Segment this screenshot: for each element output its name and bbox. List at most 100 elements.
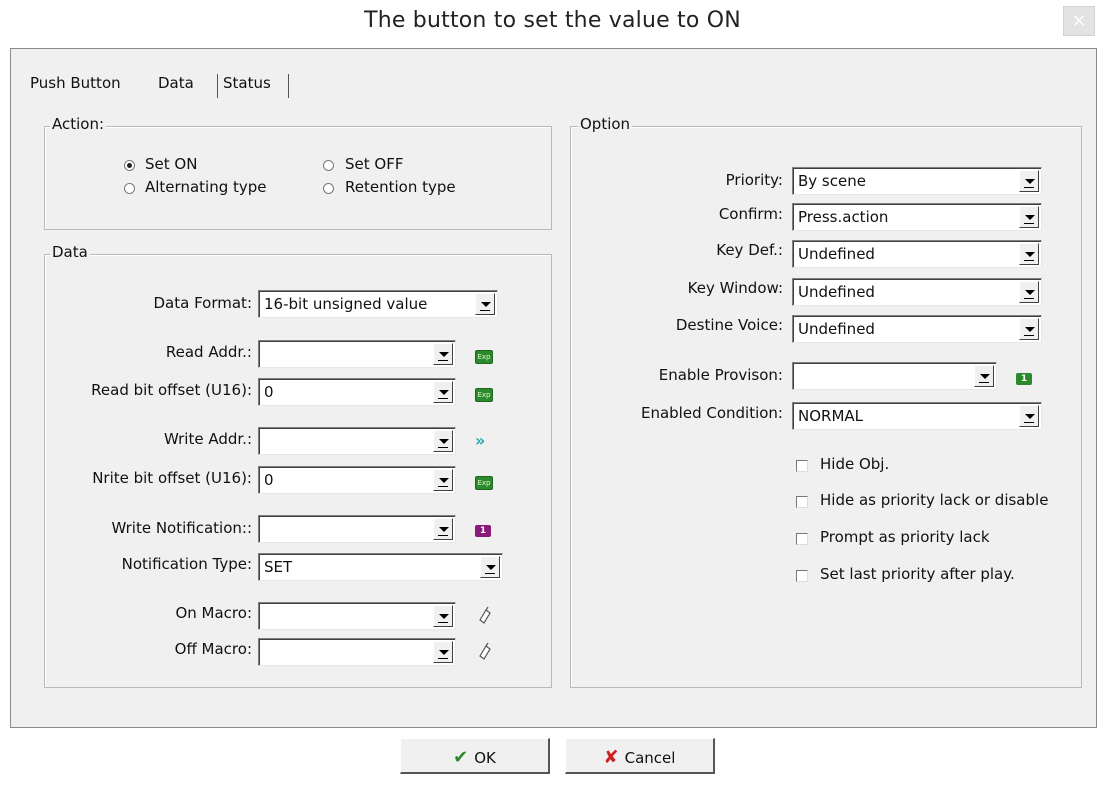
enabled-condition-label: Enabled Condition: [640,404,783,422]
destine-voice-select[interactable]: Undefined [792,315,1042,343]
key-def-label: Key Def.: [716,241,783,259]
close-button[interactable]: × [1063,6,1095,36]
chevron-down-icon[interactable] [433,381,453,403]
enable-icon[interactable]: 1 [1016,373,1032,385]
exp-icon[interactable]: Exp [475,350,493,364]
checkbox-prompt-as-priority-lack[interactable] [796,533,808,545]
close-icon: × [1071,10,1087,31]
write-bit-offset-select[interactable]: 0 [258,466,456,494]
confirm-select[interactable]: Press.action [792,203,1042,231]
action-group [44,126,552,230]
key-window-value: Undefined [798,283,875,301]
write-bit-offset-label: Nrite bit offset (U16): [92,469,252,487]
option-legend: Option [578,115,633,133]
radio-set-off[interactable] [323,160,334,171]
confirm-label: Confirm: [718,205,783,223]
chevron-down-icon[interactable] [433,469,453,491]
read-addr-select[interactable] [258,340,456,368]
chevron-down-icon[interactable] [1019,318,1039,340]
notification-icon[interactable]: 1 [475,525,491,537]
chevron-down-icon[interactable] [433,518,453,540]
radio-retention-type[interactable] [323,183,334,194]
notification-type-select[interactable]: SET [258,553,503,581]
jump-icon[interactable]: » [475,433,485,449]
chevron-down-icon[interactable] [1019,405,1039,427]
on-macro-select[interactable] [258,602,456,630]
x-mark-icon: ✘ [603,747,619,768]
write-notification-label: Write Notification:: [111,519,252,537]
enabled-condition-select[interactable]: NORMAL [792,402,1042,430]
key-window-label: Key Window: [687,279,783,297]
chevron-down-icon[interactable] [433,343,453,365]
exp-icon[interactable]: Exp [475,476,493,490]
checkbox-set-last-priority-label[interactable]: Set last priority after play. [820,565,1015,583]
tab-data[interactable]: Data [158,74,194,92]
radio-set-on[interactable] [124,160,135,171]
checkbox-hide-obj[interactable] [796,460,808,472]
chevron-down-icon[interactable] [974,365,994,387]
macro-icon[interactable] [477,606,493,626]
data-format-select[interactable]: 16-bit unsigned value [258,290,498,318]
notification-type-label: Notification Type: [121,555,252,573]
radio-set-off-label[interactable]: Set OFF [345,155,403,173]
ok-button-label: OK [474,749,496,767]
destine-voice-value: Undefined [798,320,875,338]
off-macro-label: Off Macro: [174,640,252,658]
chevron-down-icon[interactable] [1019,206,1039,228]
data-format-label: Data Format: [153,294,253,312]
chevron-down-icon[interactable] [1019,281,1039,303]
write-bit-offset-value: 0 [264,471,274,489]
write-addr-select[interactable] [258,427,456,455]
chevron-down-icon[interactable] [1019,243,1039,265]
chevron-down-icon[interactable] [433,605,453,627]
radio-retention-type-label[interactable]: Retention type [345,178,456,196]
chevron-down-icon[interactable] [433,641,453,663]
priority-value: By scene [798,172,866,190]
read-bit-offset-select[interactable]: 0 [258,378,456,406]
read-addr-label: Read Addr.: [165,343,252,361]
enable-provision-select[interactable] [792,362,997,390]
data-format-value: 16-bit unsigned value [264,295,428,313]
priority-label: Priority: [725,171,783,189]
destine-voice-label: Destine Voice: [675,316,783,334]
write-notification-select[interactable] [258,515,456,543]
chevron-down-icon[interactable] [475,293,495,315]
key-def-select[interactable]: Undefined [792,240,1042,268]
key-def-value: Undefined [798,245,875,263]
checkbox-hide-obj-label[interactable]: Hide Obj. [820,455,889,473]
on-macro-label: On Macro: [175,604,252,622]
radio-set-on-label[interactable]: Set ON [145,155,197,173]
checkmark-icon: ✔ [453,747,469,768]
data-legend: Data [50,243,90,261]
tab-divider [288,74,289,98]
checkbox-hide-as-priority-lack-label[interactable]: Hide as priority lack or disable [820,491,1048,509]
cancel-button-label: Cancel [624,749,676,767]
priority-select[interactable]: By scene [792,167,1042,195]
action-legend: Action: [50,115,107,133]
checkbox-set-last-priority[interactable] [796,570,808,582]
radio-alternating-type[interactable] [124,183,135,194]
tab-status[interactable]: Status [223,74,271,92]
tab-push-button[interactable]: Push Button [30,74,121,92]
window-title: The button to set the value to ON [364,8,741,33]
read-bit-offset-label: Read bit offset (U16): [91,381,252,399]
cancel-button[interactable]: ✘ Cancel [565,738,715,774]
checkbox-hide-as-priority-lack[interactable] [796,496,808,508]
confirm-value: Press.action [798,208,889,226]
radio-alternating-type-label[interactable]: Alternating type [145,178,267,196]
enable-provision-label: Enable Provison: [658,366,783,384]
chevron-down-icon[interactable] [1019,170,1039,192]
ok-button[interactable]: ✔ OK [400,738,550,774]
exp-icon[interactable]: Exp [475,388,493,402]
chevron-down-icon[interactable] [433,430,453,452]
key-window-select[interactable]: Undefined [792,278,1042,306]
off-macro-select[interactable] [258,638,456,666]
checkbox-prompt-as-priority-lack-label[interactable]: Prompt as priority lack [820,528,990,546]
macro-icon[interactable] [477,642,493,662]
chevron-down-icon[interactable] [480,556,500,578]
enabled-condition-value: NORMAL [798,407,864,425]
notification-type-value: SET [264,558,293,576]
tab-divider [217,74,218,98]
write-addr-label: Write Addr.: [163,430,252,448]
read-bit-offset-value: 0 [264,383,274,401]
